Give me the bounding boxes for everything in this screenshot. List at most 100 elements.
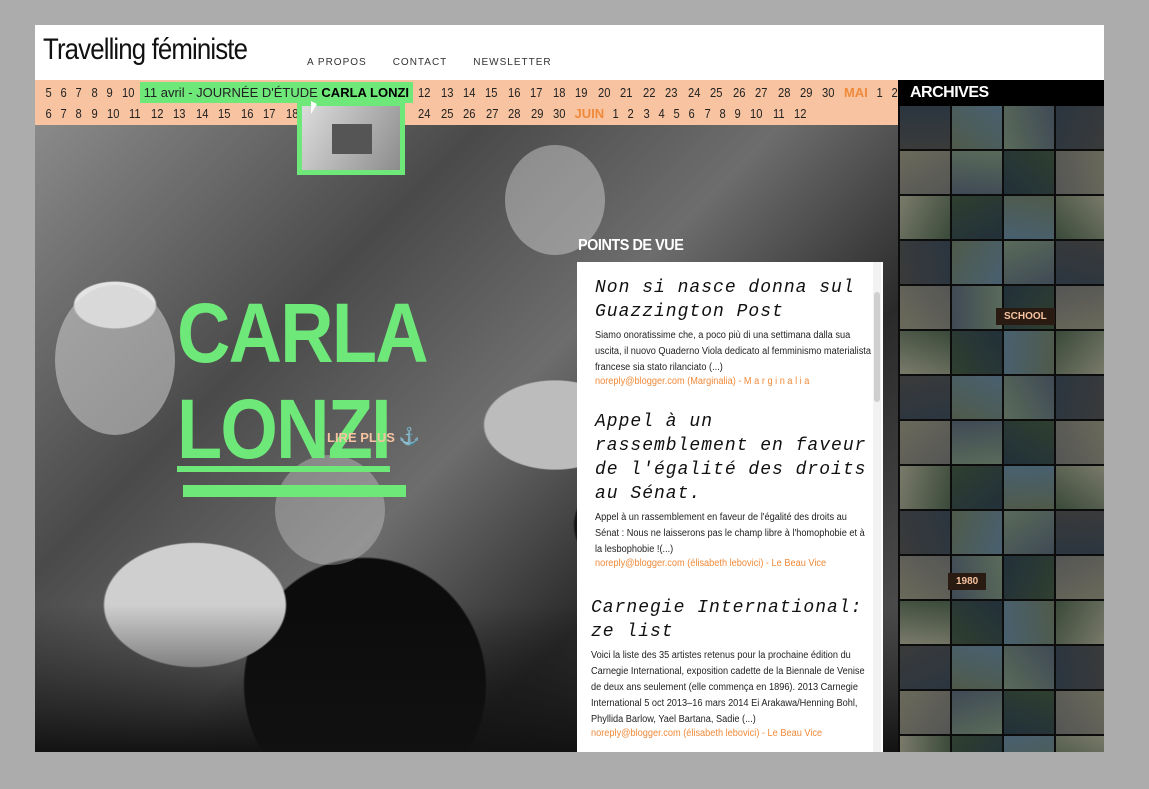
archive-thumbnail[interactable]: [952, 241, 1002, 284]
archive-thumbnail[interactable]: [952, 511, 1002, 554]
archive-thumbnail[interactable]: [952, 376, 1002, 419]
timeline-day[interactable]: 27: [752, 82, 771, 103]
timeline-day[interactable]: 20: [594, 82, 613, 103]
archive-thumbnail[interactable]: [952, 421, 1002, 464]
post-source[interactable]: noreply@blogger.com (élisabeth lebovici)…: [595, 558, 851, 569]
timeline-day[interactable]: 1: [873, 82, 886, 103]
timeline-day[interactable]: 25: [437, 103, 456, 124]
timeline-day[interactable]: 22: [639, 82, 658, 103]
archive-thumbnail[interactable]: [1004, 691, 1054, 734]
timeline-day[interactable]: 14: [192, 103, 211, 124]
archive-thumbnail[interactable]: [900, 646, 950, 689]
post-source[interactable]: noreply@blogger.com (élisabeth lebovici)…: [591, 728, 847, 739]
timeline-day[interactable]: 28: [505, 103, 524, 124]
timeline-day[interactable]: 27: [482, 103, 501, 124]
archive-thumbnail[interactable]: [1056, 376, 1104, 419]
archive-thumbnail[interactable]: [900, 376, 950, 419]
archive-thumbnail[interactable]: [1056, 646, 1104, 689]
archive-thumbnail[interactable]: [952, 736, 1002, 752]
archive-thumbnail[interactable]: [1004, 466, 1054, 509]
archive-thumbnail[interactable]: [952, 151, 1002, 194]
archive-thumbnail[interactable]: [1004, 646, 1054, 689]
archive-thumbnail[interactable]: [900, 736, 950, 752]
archive-thumbnail[interactable]: [1056, 691, 1104, 734]
archive-thumbnail[interactable]: [900, 106, 950, 149]
timeline-day[interactable]: 30: [550, 103, 569, 124]
timeline-day[interactable]: 1: [609, 103, 622, 124]
timeline-day[interactable]: 9: [731, 103, 744, 124]
archive-thumbnail[interactable]: [952, 286, 1002, 329]
timeline-day[interactable]: 23: [662, 82, 681, 103]
post-item[interactable]: Non si nasce donna sul Guazzington Post …: [595, 276, 873, 387]
timeline-day[interactable]: 24: [415, 103, 434, 124]
archive-thumbnail[interactable]: [900, 151, 950, 194]
timeline-day[interactable]: 29: [527, 103, 546, 124]
nav-newsletter[interactable]: NEWSLETTER: [473, 57, 551, 68]
archive-thumbnail[interactable]: [900, 421, 950, 464]
timeline-day[interactable]: 8: [73, 103, 86, 124]
timeline-day[interactable]: 19: [572, 82, 591, 103]
timeline-day[interactable]: 5: [42, 82, 55, 103]
archive-thumbnail[interactable]: [1004, 421, 1054, 464]
archive-thumbnail[interactable]: [952, 601, 1002, 644]
archive-thumbnail[interactable]: [1004, 106, 1054, 149]
panel-scrollbar[interactable]: [873, 262, 881, 752]
post-title[interactable]: Appel à un rassemblement en faveur de l'…: [595, 410, 873, 506]
scrollbar-thumb[interactable]: [874, 292, 880, 402]
archive-tag[interactable]: SCHOOL: [996, 308, 1055, 325]
timeline-day[interactable]: 5: [670, 103, 683, 124]
archive-thumbnail[interactable]: [900, 466, 950, 509]
post-title[interactable]: Non si nasce donna sul Guazzington Post: [595, 276, 873, 324]
timeline-day[interactable]: 13: [437, 82, 456, 103]
nav-contact[interactable]: CONTACT: [393, 57, 448, 68]
timeline-day[interactable]: 29: [797, 82, 816, 103]
timeline-day[interactable]: 6: [57, 82, 70, 103]
archive-thumbnail[interactable]: [900, 331, 950, 374]
timeline-day[interactable]: 10: [104, 103, 123, 124]
read-more-link[interactable]: LIRE PLUS ⚓: [327, 427, 420, 447]
archive-thumbnail[interactable]: [1004, 736, 1054, 752]
timeline-day[interactable]: 14: [460, 82, 479, 103]
timeline-day[interactable]: 18: [549, 82, 568, 103]
timeline-day[interactable]: 4: [655, 103, 668, 124]
timeline-day[interactable]: 11: [769, 103, 787, 124]
archive-thumbnail[interactable]: [1004, 331, 1054, 374]
archive-thumbnail[interactable]: [900, 511, 950, 554]
timeline-day[interactable]: 10: [119, 82, 138, 103]
timeline-day[interactable]: 7: [57, 103, 70, 124]
timeline-day[interactable]: 25: [707, 82, 726, 103]
archive-thumbnail[interactable]: [900, 691, 950, 734]
archive-thumbnail[interactable]: [1056, 196, 1104, 239]
archive-thumbnail[interactable]: [1056, 421, 1104, 464]
archive-thumbnail[interactable]: [900, 286, 950, 329]
timeline-month[interactable]: JUIN: [570, 103, 608, 124]
archive-thumbnail[interactable]: [900, 556, 950, 599]
hero-image[interactable]: CARLA LONZI LIRE PLUS ⚓ POINTS DE VUE Non…: [35, 125, 898, 752]
timeline-day[interactable]: 3: [640, 103, 653, 124]
timeline-day[interactable]: 17: [527, 82, 546, 103]
archive-thumbnail[interactable]: [1056, 736, 1104, 752]
archive-thumbnail[interactable]: [1004, 601, 1054, 644]
timeline-day[interactable]: 12: [415, 82, 434, 103]
post-title[interactable]: Carnegie International: ze list: [591, 596, 869, 644]
archive-thumbnail[interactable]: [952, 466, 1002, 509]
archive-thumbnail[interactable]: [1056, 601, 1104, 644]
archive-thumbnail[interactable]: [1056, 556, 1104, 599]
archive-thumbnail[interactable]: [1056, 241, 1104, 284]
timeline-day[interactable]: 8: [716, 103, 729, 124]
timeline-day[interactable]: 8: [88, 82, 101, 103]
archive-thumbnail[interactable]: [1004, 376, 1054, 419]
timeline-day[interactable]: 7: [701, 103, 714, 124]
archive-thumbnail[interactable]: [1004, 556, 1054, 599]
hero-title-line1[interactable]: CARLA: [177, 285, 429, 381]
archive-thumbnail[interactable]: [952, 106, 1002, 149]
timeline-day[interactable]: 21: [617, 82, 636, 103]
archive-thumbnail[interactable]: [900, 601, 950, 644]
timeline-day[interactable]: 7: [73, 82, 86, 103]
timeline-day[interactable]: 17: [260, 103, 279, 124]
archive-thumbnail[interactable]: [1056, 151, 1104, 194]
timeline-day[interactable]: 16: [237, 103, 256, 124]
site-title[interactable]: Travelling féministe: [43, 33, 248, 67]
post-item[interactable]: Carnegie International: ze list Voici la…: [591, 596, 869, 739]
archive-thumbnail[interactable]: [1056, 286, 1104, 329]
